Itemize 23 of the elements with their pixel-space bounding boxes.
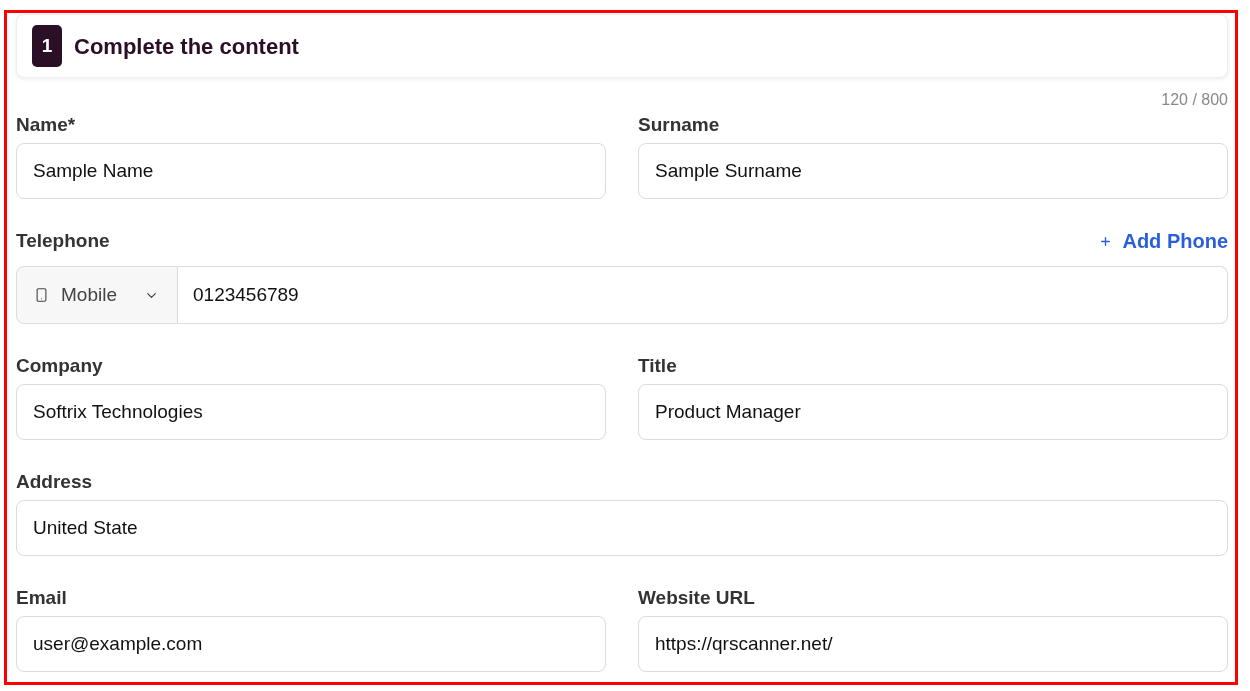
plus-icon: [1099, 234, 1113, 248]
input-field[interactable]: user@example.com: [16, 616, 606, 672]
phone-type-dropdown[interactable]: Mobile: [16, 266, 178, 324]
field-label: Telephone: [16, 229, 110, 253]
field-label: Title: [638, 354, 677, 378]
field-label: Surname: [638, 113, 720, 137]
field-label: Company: [16, 354, 103, 378]
input-field[interactable]: United State: [16, 500, 1228, 556]
input-field[interactable]: Softrix Technologies: [16, 384, 606, 440]
field-label: Website URL: [638, 586, 755, 610]
field-label: Name*: [16, 113, 76, 137]
input-field[interactable]: Product Manager: [638, 384, 1228, 440]
phone-input[interactable]: 0123456789: [178, 266, 1228, 324]
step-number: 1: [32, 25, 62, 67]
field-label: Email: [16, 586, 67, 610]
character-counter: 120 / 800: [1161, 90, 1228, 110]
add-phone-link[interactable]: Add Phone: [1099, 229, 1228, 253]
field-label: Address: [16, 470, 93, 494]
input-field[interactable]: Sample Surname: [638, 143, 1228, 199]
section-title: Complete the content: [74, 32, 299, 61]
input-field[interactable]: https://qrscanner.net/: [638, 616, 1228, 672]
input-field[interactable]: Sample Name: [16, 143, 606, 199]
smartphone-icon: [34, 286, 49, 304]
